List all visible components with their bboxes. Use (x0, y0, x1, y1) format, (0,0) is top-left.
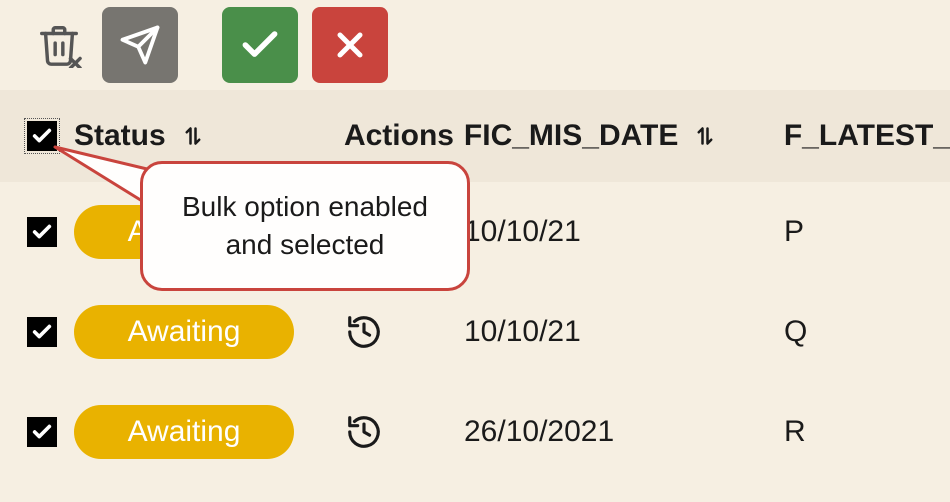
table-row: Awaiting 10/10/21 Q (0, 282, 950, 382)
checkmark-icon (31, 421, 53, 443)
row-checkbox[interactable] (27, 417, 57, 447)
column-header-f-latest[interactable]: F_LATEST_ (784, 119, 950, 153)
sort-icon (690, 121, 720, 151)
history-icon (345, 313, 383, 351)
history-button[interactable] (344, 412, 384, 452)
column-header-status[interactable]: Status (74, 119, 344, 153)
send-button[interactable] (102, 7, 178, 83)
send-icon (119, 24, 161, 66)
table-row: Awaiting 26/10/2021 R (0, 382, 950, 482)
data-table: Status Actions FIC_MIS_DATE F_LATEST_ (0, 90, 950, 482)
cell-latest: P (784, 215, 804, 249)
toolbar (0, 0, 950, 90)
checkmark-icon (31, 221, 53, 243)
row-checkbox[interactable] (27, 317, 57, 347)
cell-date: 10/10/21 (464, 315, 581, 349)
callout-annotation: Bulk option enabled and selected (140, 161, 470, 291)
column-label: F_LATEST_ (784, 119, 950, 153)
column-label: FIC_MIS_DATE (464, 119, 678, 153)
column-label: Actions (344, 119, 454, 153)
cell-date: 26/10/2021 (464, 415, 614, 449)
table-header: Status Actions FIC_MIS_DATE F_LATEST_ (0, 90, 950, 182)
check-icon (238, 23, 282, 67)
reject-button[interactable] (312, 7, 388, 83)
column-header-fic-mis-date[interactable]: FIC_MIS_DATE (464, 119, 784, 153)
select-all-checkbox[interactable] (24, 118, 60, 154)
row-checkbox[interactable] (27, 217, 57, 247)
delete-button[interactable] (30, 16, 88, 74)
status-badge: Awaiting (74, 405, 294, 459)
close-icon (330, 25, 370, 65)
cell-latest: R (784, 415, 806, 449)
cell-date: 10/10/21 (464, 215, 581, 249)
column-label: Status (74, 119, 166, 153)
approve-button[interactable] (222, 7, 298, 83)
history-icon (345, 413, 383, 451)
status-badge: Awaiting (74, 305, 294, 359)
header-checkbox-cell (10, 118, 74, 154)
checkmark-icon (31, 125, 53, 147)
sort-icon (178, 121, 208, 151)
column-header-actions: Actions (344, 119, 464, 153)
callout-text: Bulk option enabled and selected (161, 188, 449, 264)
history-button[interactable] (344, 312, 384, 352)
cell-latest: Q (784, 315, 807, 349)
trash-icon (36, 22, 82, 68)
checkmark-icon (31, 321, 53, 343)
